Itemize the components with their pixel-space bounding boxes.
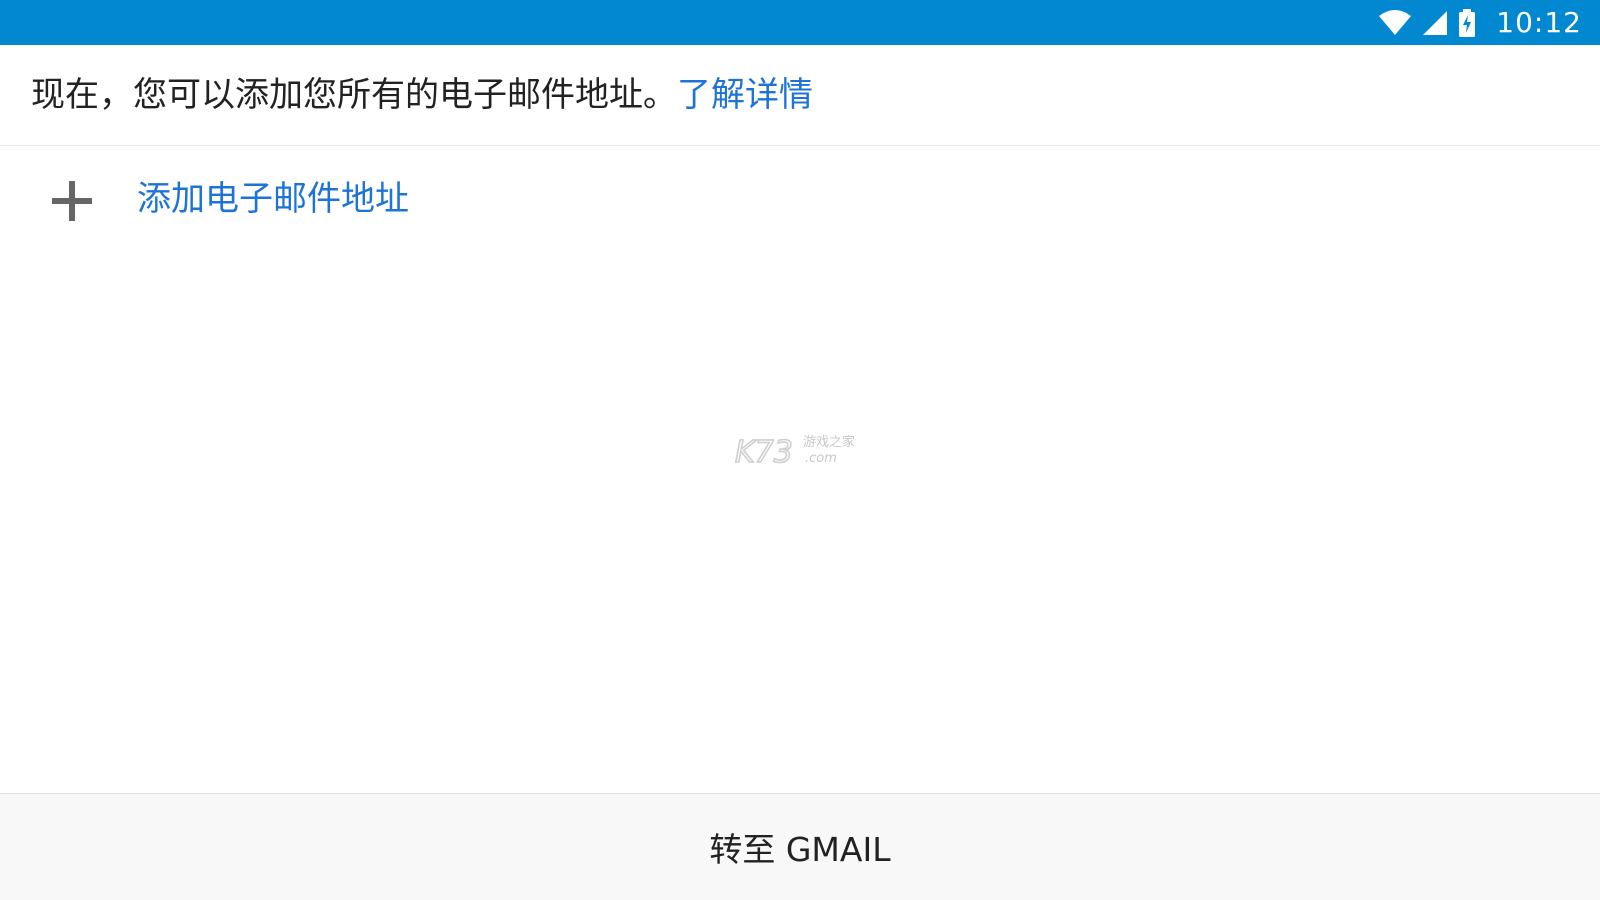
- add-email-address-button[interactable]: 添加电子邮件地址: [0, 147, 1600, 257]
- learn-more-link[interactable]: 了解详情: [677, 75, 813, 115]
- cell-signal-icon: [1422, 10, 1448, 36]
- info-text: 现在，您可以添加您所有的电子邮件地址。: [31, 75, 677, 115]
- battery-charging-icon: [1458, 8, 1476, 37]
- info-message: 现在，您可以添加您所有的电子邮件地址。了解详情: [31, 73, 813, 117]
- screen: 10:12 现在，您可以添加您所有的电子邮件地址。了解详情 添加电子邮件地址 K…: [0, 0, 1600, 900]
- watermark-logo-text: K73: [735, 435, 793, 468]
- status-bar: 10:12: [0, 0, 1600, 45]
- info-banner: 现在，您可以添加您所有的电子邮件地址。了解详情: [0, 45, 1600, 146]
- watermark-tagline: 游戏之家: [803, 434, 855, 450]
- plus-icon: [51, 180, 93, 222]
- footer-bar: 转至 GMAIL: [0, 793, 1600, 900]
- status-clock: 10:12: [1496, 6, 1582, 39]
- watermark-logo: K73 游戏之家 .com: [734, 432, 865, 471]
- wifi-icon: [1378, 9, 1412, 36]
- add-email-address-label: 添加电子邮件地址: [137, 179, 409, 219]
- status-icons: 10:12: [1378, 0, 1582, 45]
- go-to-gmail-button[interactable]: 转至 GMAIL: [0, 794, 1600, 900]
- watermark-domain: .com: [805, 451, 837, 466]
